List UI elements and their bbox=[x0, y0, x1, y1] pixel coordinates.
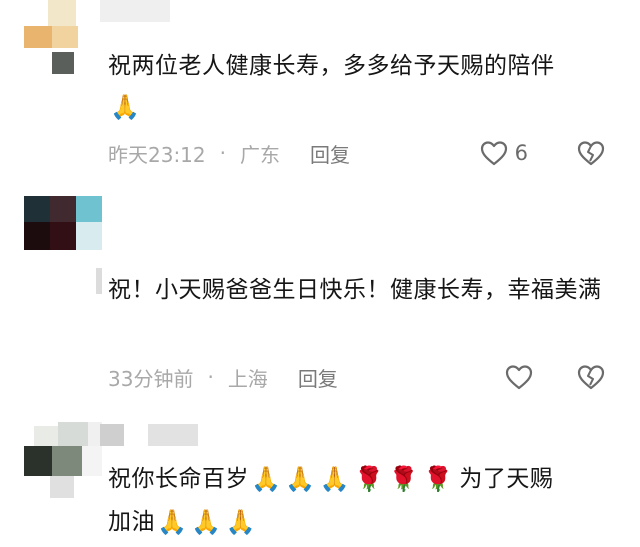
folded-hands-emoji: 🙏 bbox=[157, 508, 188, 536]
like-count: 6 bbox=[514, 141, 528, 165]
comment-meta: 昨天23:12 · 广东 回复 bbox=[108, 138, 350, 168]
comment-body-part3: 加油 bbox=[108, 509, 155, 535]
username-blur[interactable] bbox=[100, 0, 170, 22]
comment-item: 祝！小天赐爸爸生日快乐！健康长寿，幸福美满 33分钟前 · 上海 回复 bbox=[0, 196, 640, 416]
avatar[interactable] bbox=[24, 196, 102, 254]
comment-body-part1: 祝你长命百岁 bbox=[108, 466, 249, 492]
meta-separator: · bbox=[219, 141, 226, 165]
comment-text: 祝两位老人健康长寿，多多给予天赐的陪伴 bbox=[108, 46, 618, 86]
comment-meta: 33分钟前 · 上海 回复 bbox=[108, 362, 338, 392]
comment-location: 上海 bbox=[227, 366, 268, 391]
broken-heart-icon[interactable] bbox=[576, 363, 606, 391]
comment-time: 昨天23:12 bbox=[108, 142, 206, 167]
folded-hands-emoji: 🙏 bbox=[285, 465, 316, 493]
comment-text: 祝！小天赐爸爸生日快乐！健康长寿，幸福美满 bbox=[108, 270, 618, 310]
comment-time: 33分钟前 bbox=[108, 366, 194, 391]
comment-item: 祝两位老人健康长寿，多多给予天赐的陪伴 🙏 昨天23:12 · 广东 回复 6 bbox=[0, 0, 640, 190]
comment-emoji-row: 🙏 bbox=[108, 90, 142, 124]
folded-hands-emoji: 🙏 bbox=[319, 465, 351, 493]
comment-actions bbox=[504, 362, 606, 392]
folded-hands-emoji: 🙏 bbox=[191, 508, 222, 536]
like-button[interactable]: 6 bbox=[479, 139, 528, 167]
comment-body: 祝两位老人健康长寿，多多给予天赐的陪伴 bbox=[108, 53, 555, 79]
comment-item: 祝你长命百岁 🙏 🙏 🙏 🌹 🌹 🌹 为了天赐 加油 🙏 🙏 🙏 bbox=[0, 422, 640, 547]
folded-hands-emoji: 🙏 bbox=[110, 93, 140, 121]
reply-button[interactable]: 回复 bbox=[310, 139, 350, 168]
meta-separator: · bbox=[207, 365, 214, 389]
heart-outline-icon bbox=[505, 365, 533, 390]
comment-actions: 6 bbox=[479, 138, 606, 168]
comment-location: 广东 bbox=[240, 142, 280, 167]
comment-text: 祝你长命百岁 🙏 🙏 🙏 🌹 🌹 🌹 为了天赐 加油 🙏 🙏 🙏 bbox=[108, 458, 618, 544]
rose-emoji: 🌹 bbox=[388, 465, 419, 493]
folded-hands-emoji: 🙏 bbox=[225, 508, 257, 536]
rose-emoji: 🌹 bbox=[422, 465, 454, 493]
avatar[interactable] bbox=[24, 422, 102, 500]
comment-body-part2: 为了天赐 bbox=[459, 466, 554, 492]
heart-outline-icon bbox=[480, 141, 507, 166]
username-blur[interactable] bbox=[100, 424, 124, 446]
username-blur[interactable] bbox=[148, 424, 198, 446]
reply-indicator bbox=[96, 268, 102, 294]
broken-heart-icon[interactable] bbox=[576, 139, 606, 167]
reply-button[interactable]: 回复 bbox=[298, 363, 338, 392]
folded-hands-emoji: 🙏 bbox=[251, 465, 282, 493]
rose-emoji: 🌹 bbox=[354, 465, 385, 493]
comment-body: 祝！小天赐爸爸生日快乐！健康长寿，幸福美满 bbox=[108, 277, 602, 303]
like-button[interactable] bbox=[504, 363, 534, 391]
avatar[interactable] bbox=[24, 0, 102, 78]
